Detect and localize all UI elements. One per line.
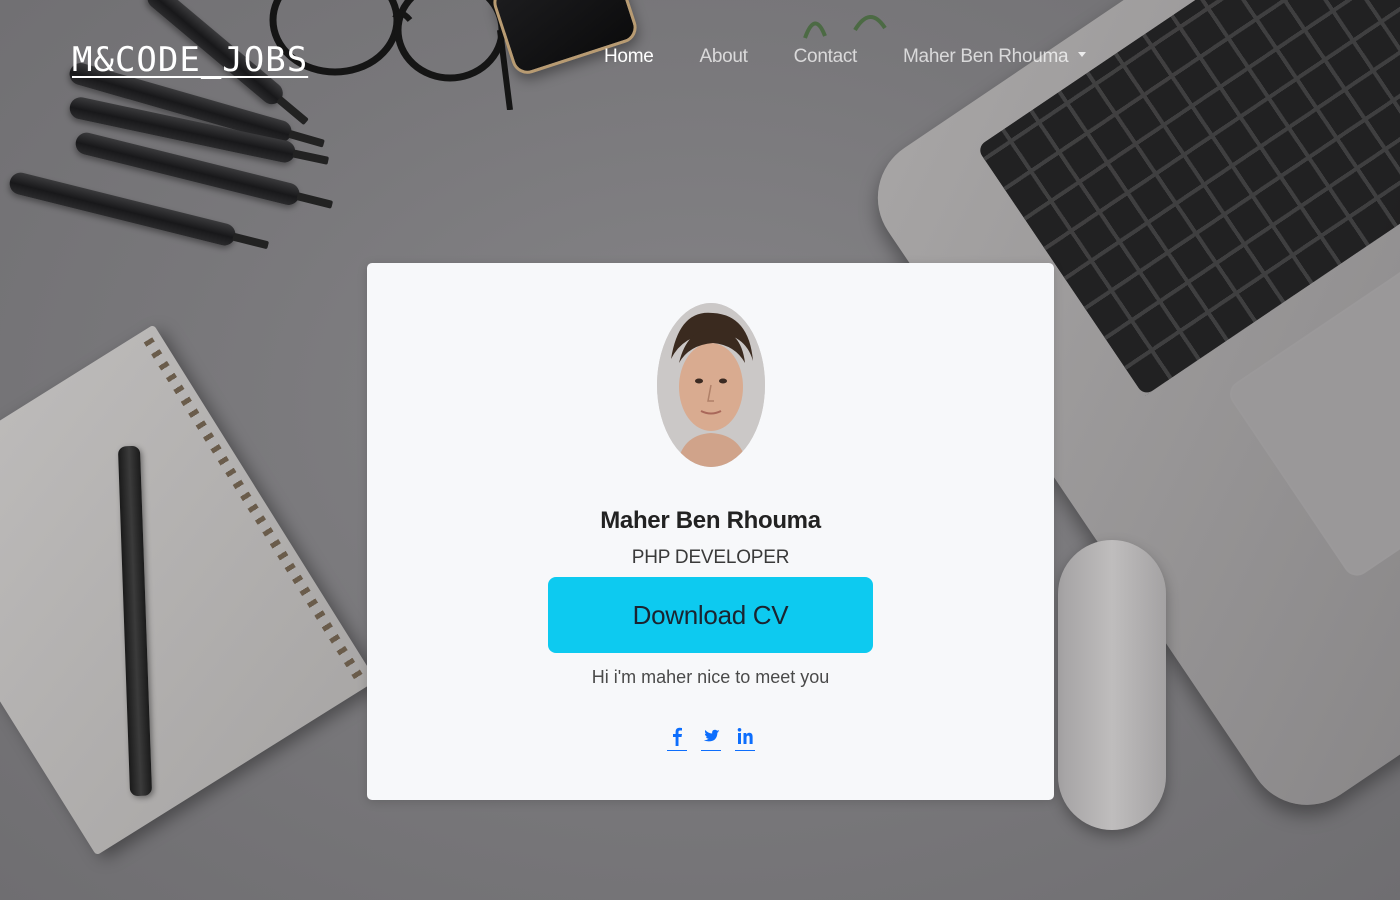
social-links [367, 725, 1054, 751]
main-nav: Home About Contact Maher Ben Rhouma [604, 46, 1087, 68]
twitter-icon[interactable] [700, 725, 721, 751]
facebook-icon[interactable] [666, 725, 687, 751]
profile-role: PHP DEVELOPER [631, 547, 790, 568]
profile-card: Maher Ben Rhouma PHP DEVELOPER Download … [367, 263, 1054, 800]
profile-name: Maher Ben Rhouma [600, 507, 821, 534]
linkedin-icon[interactable] [734, 725, 755, 751]
nav-contact[interactable]: Contact [794, 46, 858, 68]
brand-logo[interactable]: M&CODE_JOBS [72, 40, 308, 80]
user-menu-label: Maher Ben Rhouma [903, 46, 1069, 67]
nav-home[interactable]: Home [604, 46, 654, 68]
caret-down-icon [1078, 52, 1087, 58]
user-menu-dropdown[interactable]: Maher Ben Rhouma [903, 46, 1087, 68]
download-cv-button[interactable]: Download CV [548, 577, 873, 653]
profile-greeting: Hi i'm maher nice to meet you [591, 667, 830, 687]
avatar [657, 303, 765, 467]
nav-about[interactable]: About [699, 46, 747, 68]
